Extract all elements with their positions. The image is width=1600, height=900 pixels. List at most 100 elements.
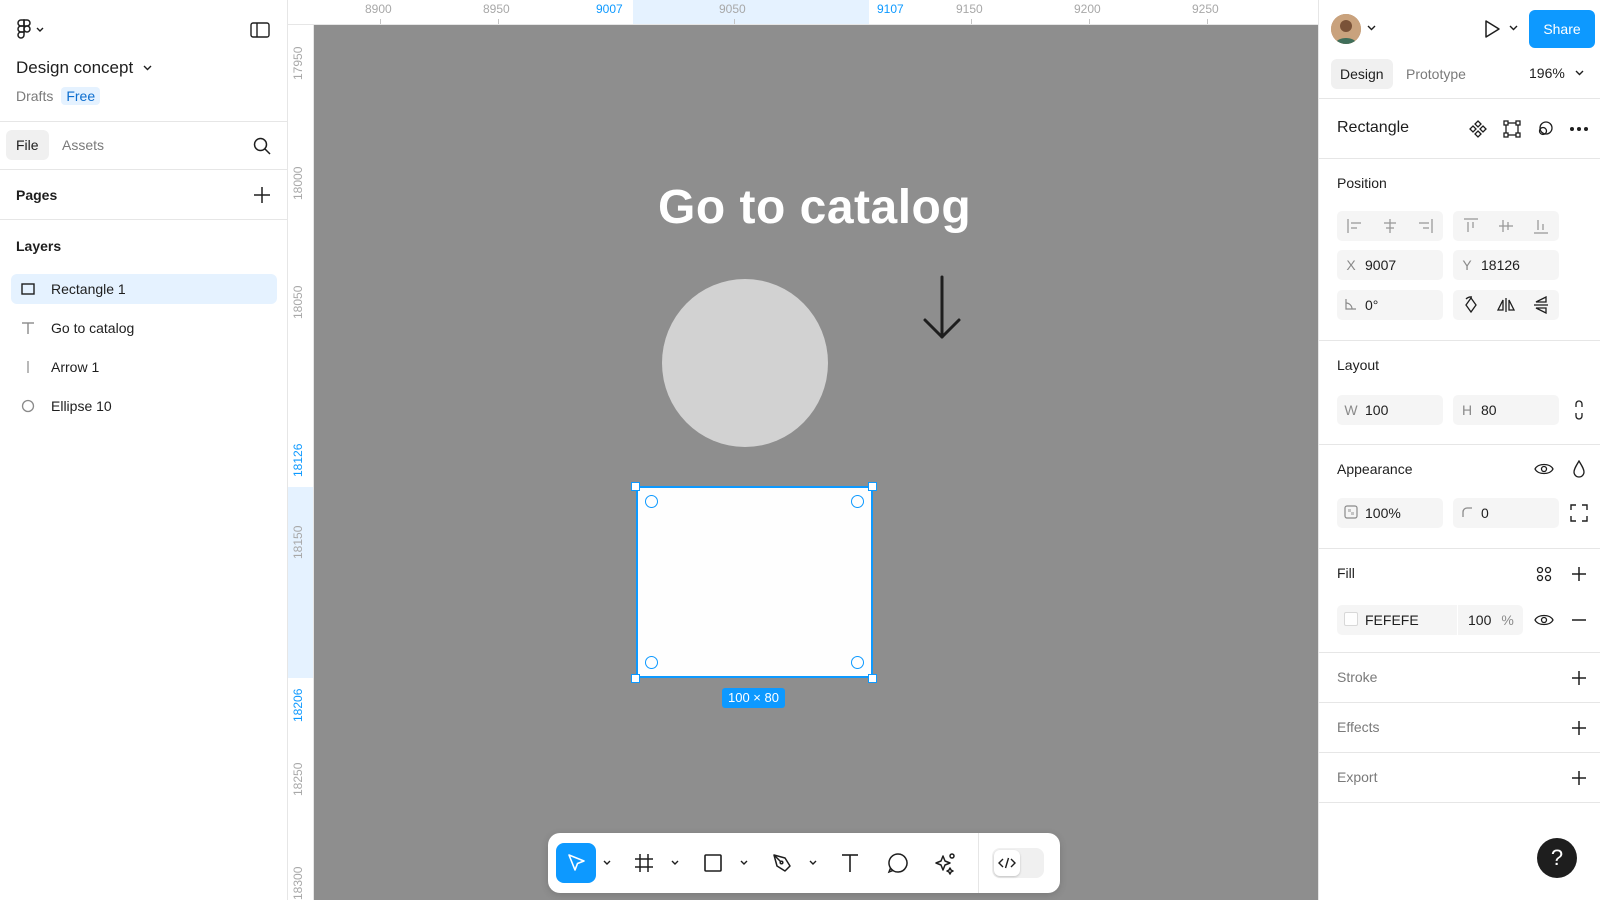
arrow-down-icon[interactable] <box>922 275 962 341</box>
canvas-ellipse[interactable] <box>662 279 828 447</box>
rotate-90-icon[interactable] <box>1453 290 1488 320</box>
resize-handle[interactable] <box>868 674 877 683</box>
rectangle-tool-button[interactable] <box>693 843 733 883</box>
align-bottom-icon[interactable] <box>1524 211 1559 241</box>
remove-fill-minus-icon[interactable] <box>1568 609 1590 631</box>
corner-radius-handle[interactable] <box>851 656 864 669</box>
chevron-down-icon[interactable] <box>670 859 680 867</box>
plan-badge[interactable]: Free <box>61 87 101 105</box>
eye-icon[interactable] <box>1533 609 1555 631</box>
resize-handle[interactable] <box>868 482 877 491</box>
selection-size-badge: 100 × 80 <box>722 688 785 708</box>
blend-mode-drop-icon[interactable] <box>1568 458 1590 480</box>
add-fill-plus-icon[interactable] <box>1568 563 1590 585</box>
horizontal-ruler: 8900 8950 9007 9050 9107 9150 9200 9250 <box>288 0 1318 25</box>
mask-icon[interactable] <box>1534 118 1556 140</box>
ruler-label: 9007 <box>596 2 623 16</box>
tab-prototype[interactable]: Prototype <box>1397 59 1475 89</box>
flip-horizontal-icon[interactable] <box>1488 290 1523 320</box>
search-icon[interactable] <box>250 134 274 158</box>
rotation-icon <box>1337 297 1365 313</box>
frame-tool-button[interactable] <box>624 843 664 883</box>
move-tool-button[interactable] <box>556 843 596 883</box>
sidebar-toggle-icon[interactable] <box>248 18 272 42</box>
canvas[interactable] <box>314 25 1318 900</box>
dev-mode-toggle[interactable] <box>992 848 1044 878</box>
ruler-selection-band <box>288 487 313 678</box>
align-left-icon[interactable] <box>1337 211 1372 241</box>
corner-radius-handle[interactable] <box>851 495 864 508</box>
chevron-down-icon[interactable] <box>808 859 818 867</box>
chevron-down-icon[interactable] <box>602 859 612 867</box>
layer-item[interactable]: Arrow 1 <box>11 352 277 382</box>
share-button[interactable]: Share <box>1529 10 1595 48</box>
chevron-down-icon <box>1575 70 1584 76</box>
tab-file[interactable]: File <box>6 130 49 160</box>
opacity-value: 100% <box>1365 505 1401 521</box>
align-right-icon[interactable] <box>1408 211 1443 241</box>
layer-item[interactable]: Rectangle 1 <box>11 274 277 304</box>
pen-tool-button[interactable] <box>762 843 802 883</box>
add-export-plus-icon[interactable] <box>1568 767 1590 789</box>
corner-radius-handle[interactable] <box>645 495 658 508</box>
add-page-plus-icon[interactable] <box>250 183 274 207</box>
main-menu-button[interactable] <box>16 18 56 42</box>
tab-assets[interactable]: Assets <box>52 130 114 160</box>
text-icon <box>842 854 858 872</box>
zoom-dropdown[interactable]: 196% <box>1529 65 1584 81</box>
more-options-icon[interactable] <box>1568 118 1590 140</box>
align-top-icon[interactable] <box>1453 211 1488 241</box>
width-field[interactable]: W 100 <box>1337 395 1443 425</box>
present-play-icon[interactable] <box>1479 17 1503 41</box>
constrain-proportions-icon[interactable] <box>1568 399 1590 421</box>
fill-color-field[interactable]: FEFEFE 100 % <box>1337 605 1523 635</box>
flip-vertical-icon[interactable] <box>1524 290 1559 320</box>
add-stroke-plus-icon[interactable] <box>1568 667 1590 689</box>
height-field[interactable]: H 80 <box>1453 395 1559 425</box>
color-swatch[interactable] <box>1337 611 1365 629</box>
tab-design[interactable]: Design <box>1331 59 1393 89</box>
y-position-field[interactable]: Y 18126 <box>1453 250 1559 280</box>
chevron-down-icon <box>36 27 44 32</box>
resize-handle[interactable] <box>631 482 640 491</box>
rotation-value: 0° <box>1365 297 1379 313</box>
chevron-down-icon[interactable] <box>739 859 749 867</box>
opacity-field[interactable]: 100% <box>1337 498 1443 528</box>
align-center-horizontal-icon[interactable] <box>1372 211 1407 241</box>
vertical-ruler: 17950 18000 18050 18126 18150 18206 1825… <box>288 25 314 900</box>
file-title[interactable]: Design concept <box>16 58 152 78</box>
component-icon[interactable] <box>1467 118 1489 140</box>
layer-item[interactable]: Ellipse 10 <box>11 391 277 421</box>
resize-handle[interactable] <box>631 674 640 683</box>
eye-icon[interactable] <box>1533 458 1555 480</box>
layer-name: Arrow 1 <box>51 359 100 375</box>
chevron-down-icon[interactable] <box>1509 25 1518 31</box>
canvas-text-go-to-catalog[interactable]: Go to catalog <box>658 180 971 235</box>
selected-rectangle[interactable] <box>636 486 873 678</box>
rotation-field[interactable]: 0° <box>1337 290 1443 320</box>
corner-radius-handle[interactable] <box>645 656 658 669</box>
comment-tool-button[interactable] <box>878 843 918 883</box>
drafts-link[interactable]: Drafts <box>16 88 53 104</box>
bottom-toolbar <box>548 833 1060 893</box>
horizontal-align-group <box>1337 211 1443 241</box>
ruler-label: 9250 <box>1192 2 1219 16</box>
independent-corners-icon[interactable] <box>1568 502 1590 524</box>
text-tool-button[interactable] <box>830 843 870 883</box>
styles-grid-icon[interactable] <box>1533 563 1555 585</box>
corner-radius-field[interactable]: 0 <box>1453 498 1559 528</box>
user-avatar[interactable] <box>1331 14 1361 44</box>
add-effect-plus-icon[interactable] <box>1568 717 1590 739</box>
help-button[interactable]: ? <box>1537 838 1577 878</box>
fill-opacity-value[interactable]: 100 <box>1468 612 1491 628</box>
x-position-field[interactable]: X 9007 <box>1337 250 1443 280</box>
cursor-icon <box>568 854 585 871</box>
effects-title: Effects <box>1337 719 1380 735</box>
transform-icon[interactable] <box>1501 118 1523 140</box>
chevron-down-icon[interactable] <box>1367 25 1376 31</box>
right-panel: Share Design Prototype 196% Rectangle Po… <box>1318 0 1600 900</box>
align-center-vertical-icon[interactable] <box>1488 211 1523 241</box>
layer-item[interactable]: Go to catalog <box>11 313 277 343</box>
actions-tool-button[interactable] <box>926 843 966 883</box>
fill-hex-value[interactable]: FEFEFE <box>1365 612 1457 628</box>
